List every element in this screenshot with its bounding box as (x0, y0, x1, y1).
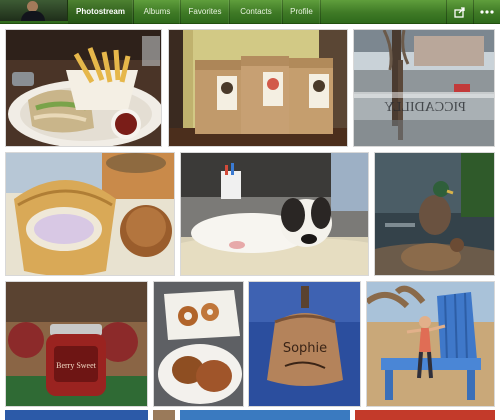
photo-coffee-bags[interactable] (168, 29, 348, 147)
piccadilly-sign-text: PICCADILLY (384, 100, 466, 115)
jar-label-text: Berry Sweet (56, 361, 97, 370)
tab-contacts[interactable]: Contacts (230, 0, 283, 24)
tab-favorites[interactable]: Favorites (181, 0, 230, 24)
jam-jar-image: Berry Sweet (6, 282, 147, 406)
photo-puppy-rug[interactable] (180, 152, 369, 276)
tab-albums[interactable]: Albums (134, 0, 181, 24)
top-navigation-bar: Photostream Albums Favorites Contacts Pr… (0, 0, 500, 24)
bell-image: Sophie (249, 282, 360, 406)
photo-sophie-bell[interactable]: Sophie (248, 281, 361, 407)
tab-photostream[interactable]: Photostream (68, 0, 134, 24)
more-icon (479, 10, 494, 14)
photo-partial-2[interactable] (153, 410, 175, 420)
photo-donuts-plate[interactable] (153, 281, 244, 407)
photo-partial-3[interactable] (180, 410, 350, 420)
street-window-image: PICCADILLY (354, 30, 494, 146)
bell-name-text: Sophie (283, 341, 327, 356)
avatar-torso (21, 11, 45, 21)
ducks-image (375, 153, 494, 275)
donuts-image (154, 282, 243, 406)
photo-partial-1[interactable] (5, 410, 148, 420)
bread-basket-image (6, 153, 174, 275)
sandwich-plate-image (6, 30, 161, 146)
chair-image (367, 282, 494, 406)
coffee-bags-image (169, 30, 347, 146)
share-icon (453, 6, 465, 18)
photo-piccadilly-window[interactable]: PICCADILLY (353, 29, 495, 147)
share-button[interactable] (446, 0, 472, 24)
more-button[interactable] (473, 0, 499, 24)
photo-sandwich-plate[interactable] (5, 29, 162, 147)
photo-partial-4[interactable] (355, 410, 495, 420)
puppy-image (181, 153, 368, 275)
tab-profile[interactable]: Profile (283, 0, 321, 24)
photo-ducks-pond[interactable] (374, 152, 495, 276)
photo-adirondack-chair[interactable] (366, 281, 495, 407)
profile-avatar[interactable] (0, 0, 68, 21)
photo-bread-basket[interactable] (5, 152, 175, 276)
photo-jam-jar[interactable]: Berry Sweet (5, 281, 148, 407)
